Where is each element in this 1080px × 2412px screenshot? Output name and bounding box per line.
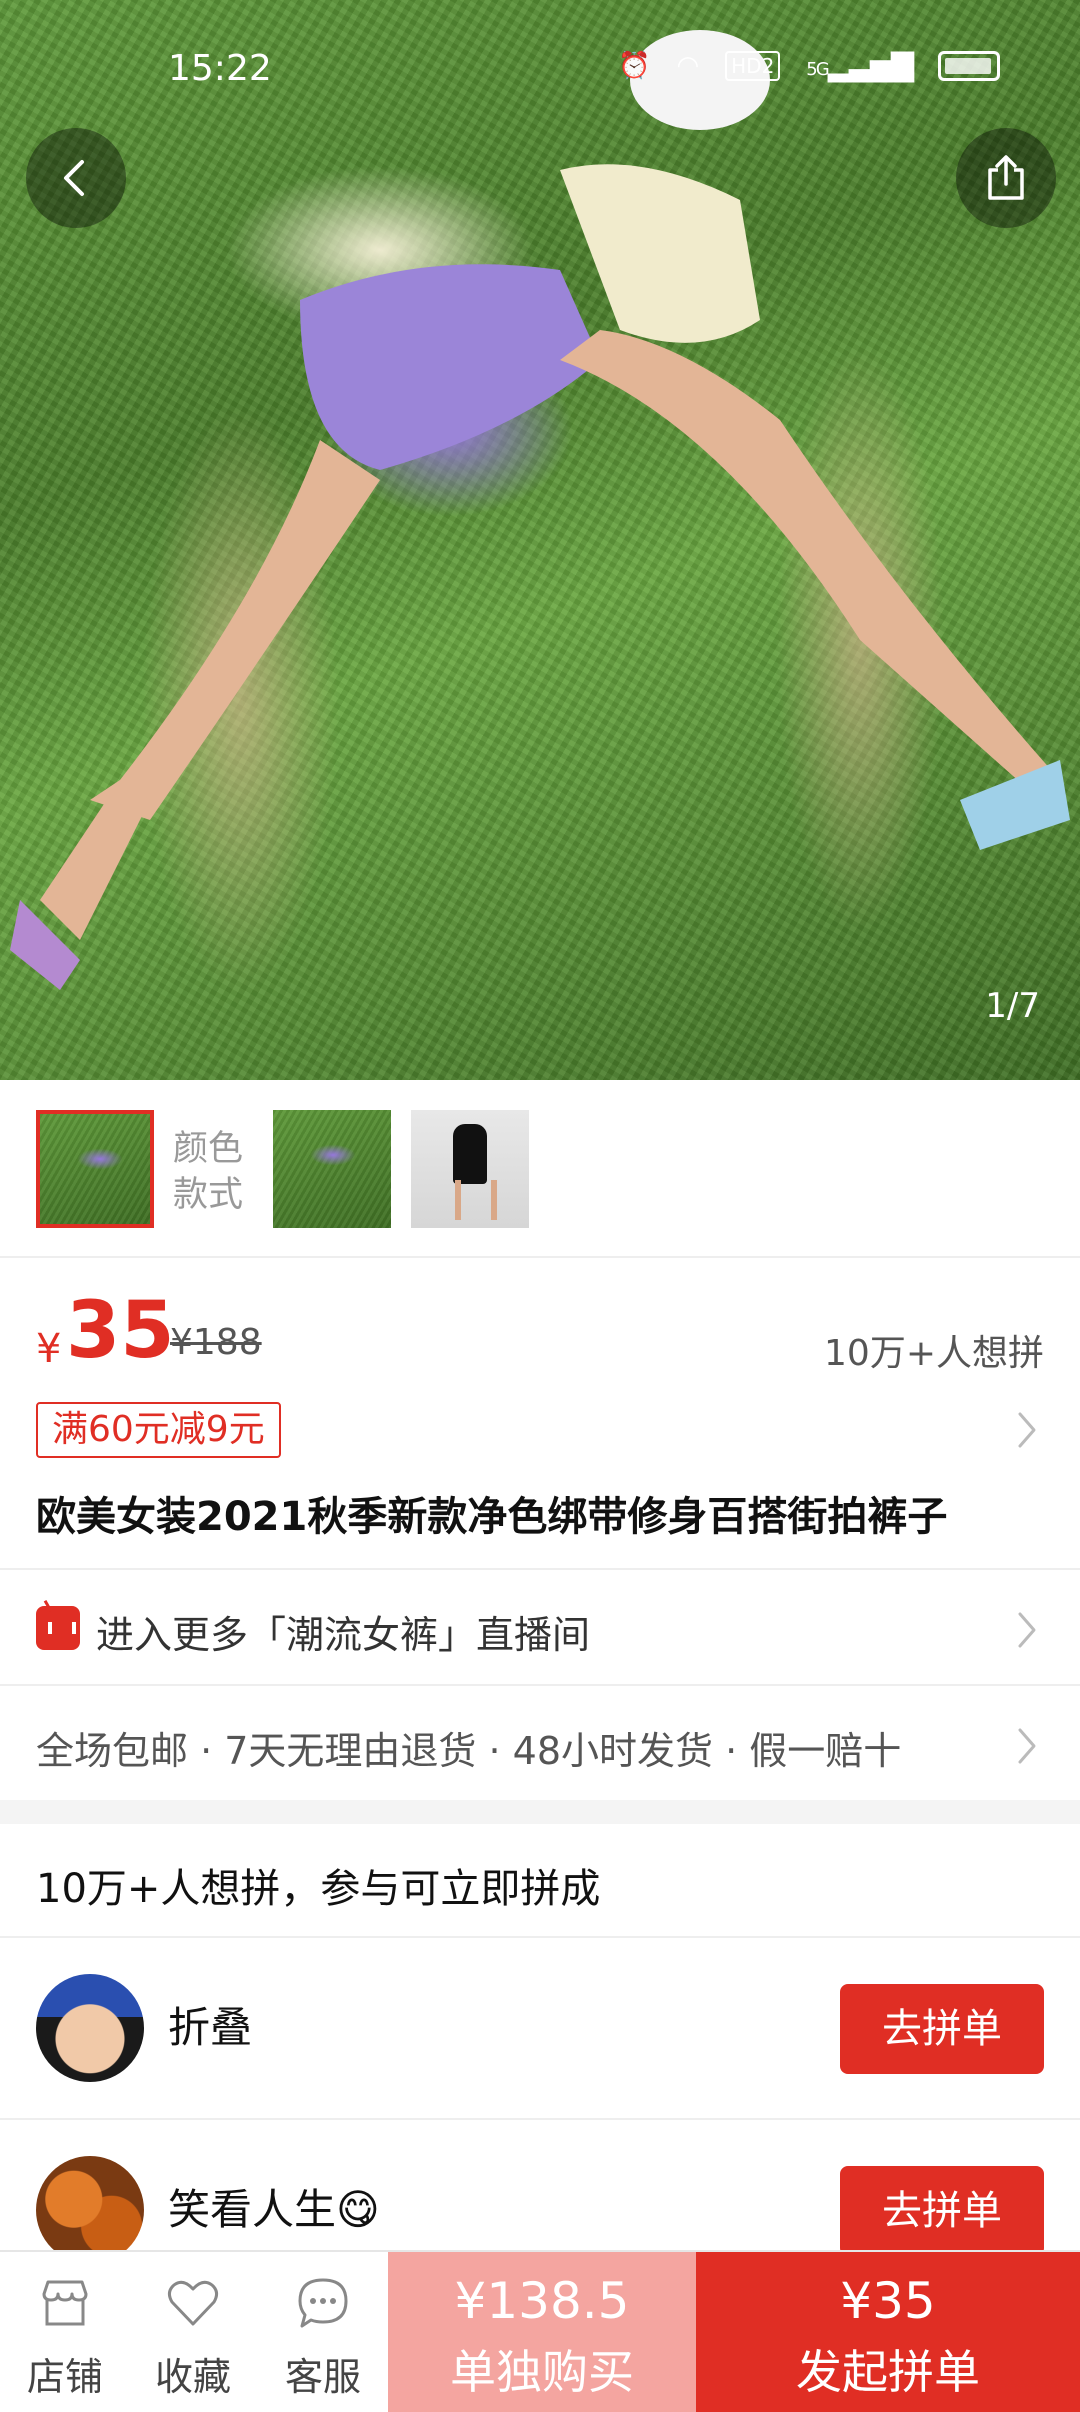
group-price: ¥35: [840, 2272, 936, 2330]
member-name: 折叠: [168, 2003, 253, 2052]
tab-label: 客服: [284, 2355, 361, 2399]
status-icons: ⏰ ◠ HD2 5G▂▃▅▇: [618, 48, 1000, 83]
wifi-icon: ◠: [676, 50, 700, 81]
buy-alone-button[interactable]: ¥138.5 单独购买: [388, 2252, 696, 2412]
chevron-left-icon: [64, 160, 84, 196]
image-counter: 1/7: [985, 986, 1040, 1026]
original-price: ¥188: [170, 1322, 262, 1363]
want-count: 10万+人想拼: [824, 1333, 1044, 1374]
start-group-button[interactable]: ¥35 发起拼单: [696, 2252, 1080, 2412]
tab-customer-service[interactable]: 客服: [258, 2252, 388, 2412]
heart-icon: [167, 2280, 219, 2326]
back-button[interactable]: [26, 128, 126, 228]
service-text: 全场包邮 · 7天无理由退货 · 48小时发货 · 假一赔十: [36, 1729, 902, 1773]
signal-icon: 5G▂▃▅▇: [806, 48, 914, 83]
sku-thumb-selected[interactable]: [36, 1110, 154, 1228]
current-price: 35: [66, 1286, 175, 1376]
tab-store[interactable]: 店铺: [0, 2252, 130, 2412]
service-guarantees[interactable]: 全场包邮 · 7天无理由退货 · 48小时发货 · 假一赔十: [0, 1684, 1080, 1800]
live-room-link[interactable]: 进入更多「潮流女裤」直播间: [0, 1568, 1080, 1684]
alarm-icon: ⏰: [618, 50, 651, 81]
network-type: 5G: [806, 59, 829, 80]
tab-label: 店铺: [26, 2355, 103, 2399]
status-time: 15:22: [168, 48, 272, 89]
bottom-action-bar: 店铺 收藏 客服 ¥138.5 单独购买 ¥35 发起拼单: [0, 2250, 1080, 2412]
price-row: ¥ 35 ¥188 10万+人想拼: [36, 1286, 1044, 1378]
tab-favorite[interactable]: 收藏: [128, 2252, 258, 2412]
join-group-button[interactable]: 去拼单: [840, 2166, 1044, 2256]
coupon-badge[interactable]: 满60元减9元: [36, 1402, 281, 1458]
join-group-button[interactable]: 去拼单: [840, 1984, 1044, 2074]
chat-icon: [298, 2278, 348, 2328]
chevron-right-icon[interactable]: [1014, 1410, 1040, 1450]
solo-label: 单独购买: [450, 2345, 634, 2399]
member-name: 笑看人生😋: [168, 2185, 380, 2234]
avatar: [36, 2156, 144, 2264]
avatar: [36, 1974, 144, 2082]
style-label[interactable]: 颜色款式: [173, 1126, 253, 1218]
chevron-right-icon: [1018, 1612, 1036, 1648]
store-icon: [42, 2280, 88, 2326]
group-label: 发起拼单: [796, 2345, 980, 2399]
tab-label: 收藏: [154, 2355, 231, 2399]
share-icon: [988, 155, 1024, 200]
product-title: 欧美女装2021秋季新款净色绑带修身百搭街拍裤子: [36, 1494, 948, 1540]
group-buy-heading: 10万+人想拼，参与可立即拼成: [36, 1866, 601, 1912]
hd-icon: HD2: [725, 50, 781, 81]
product-image-carousel[interactable]: 15:22 ⏰ ◠ HD2 5G▂▃▅▇ 1/7: [0, 0, 1080, 1080]
sku-thumb[interactable]: [273, 1110, 391, 1228]
sku-thumb[interactable]: [411, 1110, 529, 1228]
status-bar: 15:22 ⏰ ◠ HD2 5G▂▃▅▇: [0, 0, 1080, 140]
share-button[interactable]: [956, 128, 1056, 228]
battery-icon: [938, 50, 1000, 81]
section-divider: [0, 1800, 1080, 1824]
tv-icon: [36, 1606, 80, 1650]
live-room-label: 进入更多「潮流女裤」直播间: [96, 1613, 591, 1657]
sku-thumbnails: 颜色款式: [0, 1080, 1080, 1258]
product-photo: [10, 30, 1070, 990]
currency-symbol: ¥: [36, 1326, 62, 1372]
chevron-right-icon: [1018, 1728, 1036, 1764]
group-member-row: 折叠 去拼单: [0, 1938, 1080, 2118]
solo-price: ¥138.5: [454, 2272, 630, 2330]
